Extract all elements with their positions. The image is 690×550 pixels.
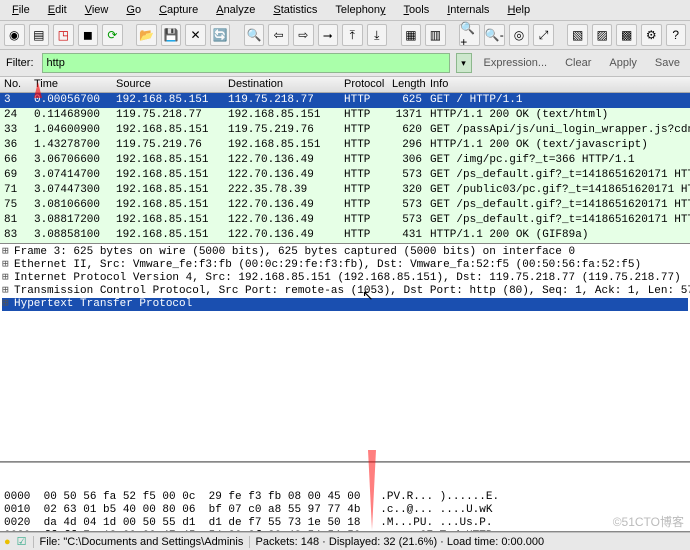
detail-line[interactable]: ⊞Hypertext Transfer Protocol [2,298,688,311]
clear-button[interactable]: Clear [559,55,597,71]
prefs-icon[interactable]: ⚙ [641,24,662,46]
menu-view[interactable]: View [77,2,117,18]
col-time[interactable]: Time [30,77,112,92]
menu-file[interactable]: FFileile [4,2,38,18]
zoomout-icon[interactable]: 🔍- [484,24,505,46]
col-src[interactable]: Source [112,77,224,92]
goto-icon[interactable]: ⭢ [318,24,339,46]
start-capture-icon[interactable]: ◳ [53,24,74,46]
col-dst[interactable]: Destination [224,77,340,92]
capfilter-icon[interactable]: ▧ [567,24,588,46]
detail-line[interactable]: ⊞Frame 3: 625 bytes on wire (5000 bits),… [2,246,688,259]
watermark-text: ©51CTO博客 [613,513,684,530]
help-icon[interactable]: ? [666,24,687,46]
gotop-icon[interactable]: ⤒ [342,24,363,46]
packet-row[interactable]: 813.08817200192.168.85.151122.70.136.49H… [0,213,690,228]
save-button[interactable]: Save [649,55,686,71]
reload-icon[interactable]: 🔄 [210,24,231,46]
detail-line[interactable]: ⊞Transmission Control Protocol, Src Port… [2,285,688,298]
filter-input[interactable] [42,53,450,73]
interfaces-icon[interactable]: ◉ [4,24,25,46]
hex-line[interactable]: 0000 00 50 56 fa 52 f5 00 0c 29 fe f3 fb… [4,491,686,504]
menu-capture[interactable]: Capture [151,2,206,18]
hex-line[interactable]: 0010 02 63 01 b5 40 00 80 06 bf 07 c0 a8… [4,504,686,517]
autoscroll-icon[interactable]: ▥ [425,24,446,46]
packet-details-pane[interactable]: ⊞Frame 3: 625 bytes on wire (5000 bits),… [0,244,690,462]
expand-icon[interactable]: ⊞ [2,285,14,298]
menu-help[interactable]: Help [499,2,538,18]
menu-analyze[interactable]: Analyze [208,2,263,18]
status-bar: ● ☑ File: "C:\Documents and Settings\Adm… [0,532,690,550]
menu-tools[interactable]: Tools [396,2,438,18]
status-file: File: "C:\Documents and Settings\Adminis… [33,536,243,548]
expand-icon[interactable]: ⊞ [2,272,14,285]
col-info[interactable]: Info [426,77,690,92]
status-record-icon[interactable]: ● [4,536,11,548]
filter-dropdown-icon[interactable]: ▾ [456,53,472,73]
restart-capture-icon[interactable]: ⟳ [102,24,123,46]
open-icon[interactable]: 📂 [136,24,157,46]
menu-go[interactable]: Go [118,2,149,18]
expand-icon[interactable]: ⊞ [2,259,14,272]
dispfilter-icon[interactable]: ▨ [592,24,613,46]
col-len[interactable]: Length [388,77,426,92]
main-toolbar: ◉ ▤ ◳ ◼ ⟳ 📂 💾 ✕ 🔄 🔍 ⇦ ⇨ ⭢ ⤒ ⤓ ▦ ▥ 🔍+ 🔍- … [0,21,690,50]
apply-button[interactable]: Apply [603,55,643,71]
forward-icon[interactable]: ⇨ [293,24,314,46]
annotation-arrow-bottom [368,450,376,530]
save-icon[interactable]: 💾 [161,24,182,46]
back-icon[interactable]: ⇦ [268,24,289,46]
col-no[interactable]: No. [0,77,30,92]
menu-telephony[interactable]: Telephony [327,2,393,18]
packet-row[interactable]: 693.07414700192.168.85.151122.70.136.49H… [0,168,690,183]
packet-row[interactable]: 713.07447300192.168.85.151222.35.78.39HT… [0,183,690,198]
colorize-icon[interactable]: ▦ [401,24,422,46]
hex-line[interactable]: 0020 da 4d 04 1d 00 50 55 d1 d1 de f7 55… [4,517,686,530]
packet-row[interactable]: 240.11468900119.75.218.77192.168.85.151H… [0,108,690,123]
expand-icon[interactable]: ⊞ [2,246,14,259]
menu-bar: FFileile Edit View Go Capture Analyze St… [0,0,690,21]
detail-line[interactable]: ⊞Ethernet II, Src: Vmware_fe:f3:fb (00:0… [2,259,688,272]
menu-internals[interactable]: Internals [439,2,497,18]
status-packets: Packets: 148 · Displayed: 32 (21.6%) · L… [249,536,686,548]
packet-bytes-pane[interactable]: 0000 00 50 56 fa 52 f5 00 0c 29 fe f3 fb… [0,462,690,532]
packet-row[interactable]: 361.43278700119.75.219.76192.168.85.151H… [0,138,690,153]
filter-bar: Filter: ▾ Expression... Clear Apply Save [0,50,690,77]
stop-capture-icon[interactable]: ◼ [78,24,99,46]
filter-label: Filter: [4,57,36,69]
zoom100-icon[interactable]: ◎ [509,24,530,46]
options-icon[interactable]: ▤ [29,24,50,46]
packet-row[interactable]: 331.04600900192.168.85.151119.75.219.76H… [0,123,690,138]
col-proto[interactable]: Protocol [340,77,388,92]
expression-button[interactable]: Expression... [478,55,554,71]
packet-row[interactable]: 663.06706600192.168.85.151122.70.136.49H… [0,153,690,168]
coloring-icon[interactable]: ▩ [616,24,637,46]
menu-edit[interactable]: Edit [40,2,75,18]
packet-row[interactable]: 30.00056700192.168.85.151119.75.218.77HT… [0,93,690,108]
packet-row[interactable]: 753.08106600192.168.85.151122.70.136.49H… [0,198,690,213]
expand-icon[interactable]: ⊞ [2,298,14,311]
find-icon[interactable]: 🔍 [244,24,265,46]
packet-list-pane: No. Time Source Destination Protocol Len… [0,77,690,244]
packet-row[interactable]: 833.08858100192.168.85.151122.70.136.49H… [0,228,690,243]
detail-line[interactable]: ⊞Internet Protocol Version 4, Src: 192.1… [2,272,688,285]
packet-list-header: No. Time Source Destination Protocol Len… [0,77,690,93]
resize-cols-icon[interactable]: ⤢ [533,24,554,46]
status-expert-icon[interactable]: ☑ [17,535,27,548]
close-icon[interactable]: ✕ [185,24,206,46]
zoomin-icon[interactable]: 🔍+ [459,24,480,46]
gobot-icon[interactable]: ⤓ [367,24,388,46]
menu-statistics[interactable]: Statistics [265,2,325,18]
annotation-arrow-top [34,82,42,98]
